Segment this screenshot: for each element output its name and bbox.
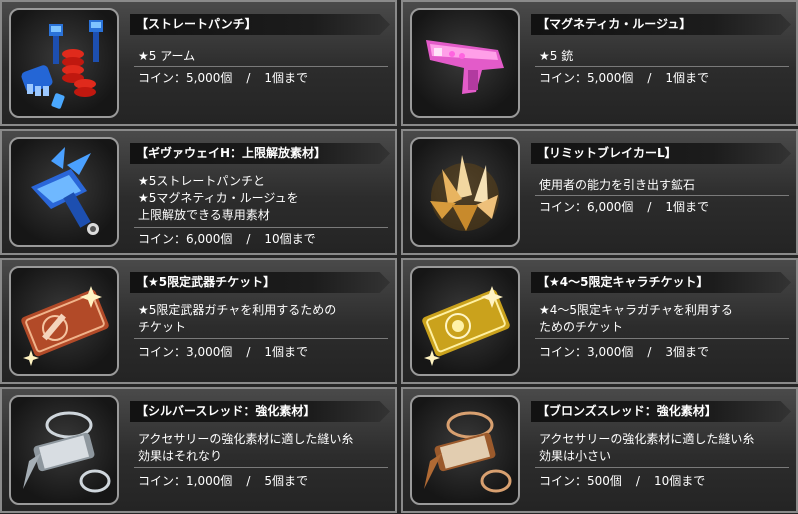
slash-separator: / [647, 71, 652, 85]
shop-item-card[interactable]: 【シルバースレッド：強化素材】 アクセサリーの強化素材に適した縫い糸 効果はそれ… [0, 387, 397, 513]
item-thumbnail [410, 137, 520, 247]
item-price: コイン：6,000個 [138, 232, 233, 246]
shop-item-card[interactable]: 【リミットブレイカーL】 使用者の能力を引き出す鉱石 コイン：6,000個 / 1個… [401, 129, 798, 255]
item-description: アクセサリーの強化素材に適した縫い糸 効果はそれなり [138, 432, 354, 463]
item-title: 【マグネティカ・ルージュ】 [531, 14, 791, 35]
divider [535, 195, 789, 196]
shop-item-card[interactable]: 【★4～5限定キャラチケット】 ★4～5限定キャラガチャを利用する ためのチケッ… [401, 258, 798, 384]
blue-claw-material-icon [31, 147, 99, 235]
item-description: ★4～5限定キャラガチャを利用する ためのチケット [539, 303, 733, 334]
divider [134, 467, 388, 468]
item-price-row: コイン：5,000個 / 1個まで [539, 70, 709, 87]
item-description: ★5限定武器ガチャを利用するための チケット [138, 303, 337, 334]
item-price-row: コイン：6,000個 / 1個まで [539, 199, 709, 216]
divider [134, 227, 388, 228]
item-description: 使用者の能力を引き出す鉱石 [539, 178, 696, 192]
item-price: コイン：5,000個 [138, 71, 233, 85]
item-title: 【シルバースレッド：強化素材】 [130, 401, 390, 422]
item-title: 【ストレートパンチ】 [130, 14, 390, 35]
slash-separator: / [246, 71, 251, 85]
item-description: ★5 銃 [539, 49, 574, 63]
character-ticket-icon [422, 286, 510, 366]
item-thumbnail [9, 395, 119, 505]
divider [134, 338, 388, 339]
crystal-ore-icon [430, 155, 499, 231]
item-description: ★5 アーム [138, 49, 196, 63]
item-price: コイン：6,000個 [539, 200, 634, 214]
item-description: アクセサリーの強化素材に適した縫い糸 効果は小さい [539, 432, 755, 463]
item-price-row: コイン：3,000個 / 1個まで [138, 344, 308, 361]
bronze-thread-spool-icon [424, 411, 512, 493]
slash-separator: / [246, 474, 251, 488]
purchase-limit: 3個まで [665, 345, 710, 359]
shop-item-card[interactable]: 【マグネティカ・ルージュ】 ★5 銃 コイン：5,000個 / 1個まで [401, 0, 798, 126]
item-description: ★5ストレートパンチと ★5マグネティカ・ルージュを 上限解放できる専用素材 [138, 174, 299, 222]
item-price-row: コイン：500個 / 10個まで [539, 473, 705, 490]
shop-item-card[interactable]: 【ブロンズスレッド：強化素材】 アクセサリーの強化素材に適した縫い糸 効果は小さ… [401, 387, 798, 513]
item-thumbnail [9, 8, 119, 118]
divider [134, 66, 388, 67]
purchase-limit: 1個まで [665, 200, 710, 214]
purchase-limit: 10個まで [653, 474, 706, 488]
item-title: 【★4～5限定キャラチケット】 [531, 272, 791, 293]
weapon-ticket-icon [21, 286, 109, 366]
item-price-row: コイン：3,000個 / 3個まで [539, 344, 709, 361]
purchase-limit: 1個まで [665, 71, 710, 85]
slash-separator: / [647, 200, 652, 214]
item-title: 【リミットブレイカーL】 [531, 143, 791, 164]
slash-separator: / [246, 232, 251, 246]
purchase-limit: 5個まで [264, 474, 309, 488]
item-price: コイン：3,000個 [539, 345, 634, 359]
purchase-limit: 1個まで [264, 345, 309, 359]
purchase-limit: 10個まで [264, 232, 316, 246]
item-price: コイン：1,000個 [138, 474, 233, 488]
item-title: 【★5限定武器チケット】 [130, 272, 390, 293]
robot-fist-weapon-icon [21, 20, 103, 109]
item-price-row: コイン：6,000個 / 10個まで [138, 231, 316, 248]
slash-separator: / [635, 474, 640, 488]
shop-item-grid: 【ストレートパンチ】 ★5 アーム コイン：5,000個 / 1個まで 【マグネティ… [0, 0, 798, 514]
item-thumbnail [410, 266, 520, 376]
slash-separator: / [246, 345, 251, 359]
item-price-row: コイン：5,000個 / 1個まで [138, 70, 308, 87]
divider [535, 467, 789, 468]
item-title: 【ブロンズスレッド：強化素材】 [531, 401, 791, 422]
item-thumbnail [410, 8, 520, 118]
item-thumbnail [9, 137, 119, 247]
divider [535, 66, 789, 67]
divider [535, 338, 789, 339]
shop-item-card[interactable]: 【★5限定武器チケット】 ★5限定武器ガチャを利用するための チケット コイン：… [0, 258, 397, 384]
item-title: 【ギヴァウェイH：上限解放素材】 [130, 143, 390, 164]
silver-thread-spool-icon [23, 411, 111, 493]
item-price: コイン：500個 [539, 474, 622, 488]
slash-separator: / [647, 345, 652, 359]
shop-item-card[interactable]: 【ギヴァウェイH：上限解放素材】 ★5ストレートパンチと ★5マグネティカ・ルー… [0, 129, 397, 255]
item-price: コイン：3,000個 [138, 345, 233, 359]
item-price: コイン：5,000個 [539, 71, 634, 85]
item-price-row: コイン：1,000個 / 5個まで [138, 473, 308, 490]
item-thumbnail [9, 266, 119, 376]
item-thumbnail [410, 395, 520, 505]
pink-gun-icon [426, 40, 504, 94]
shop-item-card[interactable]: 【ストレートパンチ】 ★5 アーム コイン：5,000個 / 1個まで [0, 0, 397, 126]
purchase-limit: 1個まで [264, 71, 309, 85]
